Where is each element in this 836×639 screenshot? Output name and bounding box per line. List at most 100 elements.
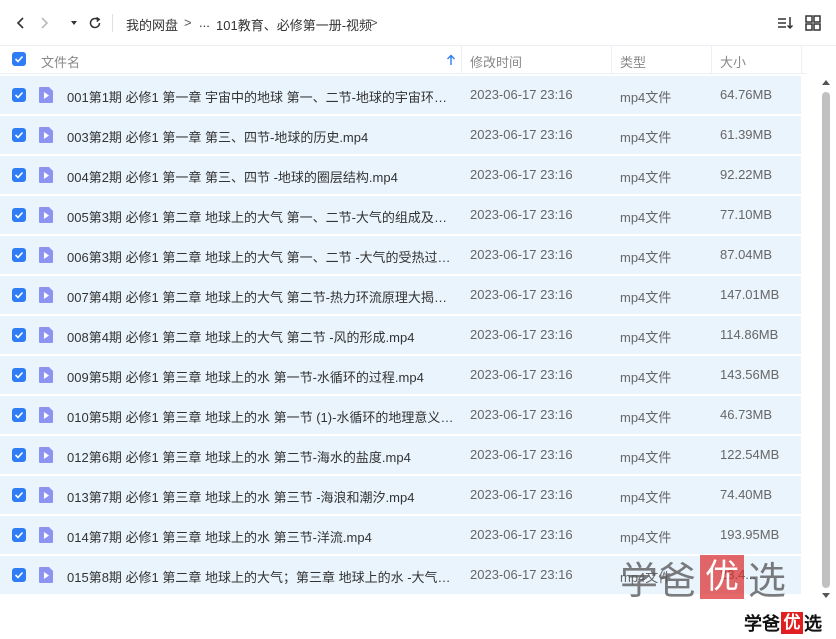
file-modified-time: 2023-06-17 23:16 [470, 167, 573, 182]
column-divider[interactable] [461, 46, 462, 74]
file-type: mp4文件 [620, 170, 672, 185]
table-row[interactable]: 006第3期 必修1 第二章 地球上的大气 第一、二节 -大气的受热过程.m..… [0, 236, 801, 274]
video-file-icon [39, 367, 53, 383]
file-size: 147.01MB [720, 287, 780, 302]
checkmark-icon [14, 55, 24, 63]
refresh-button[interactable] [84, 12, 106, 34]
file-modified-time: 2023-06-17 23:16 [470, 487, 573, 502]
file-name: 014第7期 必修1 第三章 地球上的水 第三节-洋流.mp4 [67, 530, 372, 545]
file-size: 64.76MB [720, 87, 773, 102]
breadcrumb-ellipsis[interactable]: ... [199, 15, 210, 30]
video-file-icon [39, 327, 53, 343]
column-type[interactable]: 类型 [620, 52, 646, 71]
row-checkbox[interactable] [12, 528, 26, 542]
breadcrumb-root[interactable]: 我的网盘 [126, 15, 178, 34]
file-size: 122.54MB [720, 447, 780, 462]
sort-button[interactable] [776, 14, 794, 32]
video-file-icon [39, 127, 53, 143]
column-divider[interactable] [801, 46, 802, 74]
checkmark-icon [14, 571, 24, 579]
file-modified-time: 2023-06-17 23:16 [470, 447, 573, 462]
file-modified-time: 2023-06-17 23:16 [470, 87, 573, 102]
video-file-icon [39, 167, 53, 183]
scroll-up-icon [822, 80, 830, 85]
checkmark-icon [14, 131, 24, 139]
column-size[interactable]: 大小 [720, 52, 746, 71]
checkmark-icon [14, 531, 24, 539]
row-checkbox[interactable] [12, 448, 26, 462]
checkmark-icon [14, 491, 24, 499]
file-modified-time: 2023-06-17 23:16 [470, 407, 573, 422]
watermark-logo-small: 学 爸 优 选 [744, 612, 822, 635]
checkmark-icon [14, 171, 24, 179]
file-name: 010第5期 必修1 第三章 地球上的水 第一节 (1)-水循环的地理意义.mp… [67, 410, 457, 425]
scroll-down-icon [822, 593, 830, 598]
row-checkbox[interactable] [12, 168, 26, 182]
checkmark-icon [14, 211, 24, 219]
file-name: 012第6期 必修1 第三章 地球上的水 第二节-海水的盐度.mp4 [67, 450, 411, 465]
file-modified-time: 2023-06-17 23:16 [470, 207, 573, 222]
file-name: 003第2期 必修1 第一章 第三、四节-地球的历史.mp4 [67, 130, 369, 145]
table-row[interactable]: 001第1期 必修1 第一章 宇宙中的地球 第一、二节-地球的宇宙环境.mp4 2… [0, 76, 801, 114]
file-name: 004第2期 必修1 第一章 第三、四节 -地球的圈层结构.mp4 [67, 170, 398, 185]
video-file-icon [39, 527, 53, 543]
table-row[interactable]: 013第7期 必修1 第三章 地球上的水 第三节 -海浪和潮汐.mp4 2023-… [0, 476, 801, 514]
row-checkbox[interactable] [12, 408, 26, 422]
chevron-right-icon [41, 17, 49, 29]
grid-view-button[interactable] [804, 14, 822, 32]
file-type: mp4文件 [620, 450, 672, 465]
select-all-checkbox[interactable] [12, 52, 26, 66]
file-modified-time: 2023-06-17 23:16 [470, 327, 573, 342]
checkmark-icon [14, 331, 24, 339]
file-size: 114.86MB [720, 327, 779, 342]
table-row[interactable]: 012第6期 必修1 第三章 地球上的水 第二节-海水的盐度.mp4 2023-0… [0, 436, 801, 474]
table-row[interactable]: 009第5期 必修1 第三章 地球上的水 第一节-水循环的过程.mp4 2023-… [0, 356, 801, 394]
table-row[interactable]: 014第7期 必修1 第三章 地球上的水 第三节-洋流.mp4 2023-06-1… [0, 516, 801, 554]
row-checkbox[interactable] [12, 288, 26, 302]
watermark-char: 选 [748, 558, 787, 603]
column-time[interactable]: 修改时间 [470, 52, 522, 71]
file-size: 61.39MB [720, 127, 773, 142]
file-modified-time: 2023-06-17 23:16 [470, 527, 573, 542]
file-type: mp4文件 [620, 90, 672, 105]
breadcrumb-separator: > [370, 15, 378, 30]
row-checkbox[interactable] [12, 368, 26, 382]
table-row[interactable]: 005第3期 必修1 第二章 地球上的大气 第一、二节-大气的组成及垂直... 2… [0, 196, 801, 234]
watermark-char: 选 [804, 614, 822, 635]
table-row[interactable]: 010第5期 必修1 第三章 地球上的水 第一节 (1)-水循环的地理意义.mp… [0, 396, 801, 434]
row-checkbox[interactable] [12, 128, 26, 142]
file-size: 143.56MB [720, 367, 780, 382]
file-name: 008第4期 必修1 第二章 地球上的大气 第二节 -风的形成.mp4 [67, 330, 415, 345]
file-name: 007第4期 必修1 第二章 地球上的大气 第二节-热力环流原理大揭秘.mp4 [67, 290, 457, 305]
column-name[interactable]: 文件名 [41, 52, 80, 71]
column-divider[interactable] [711, 46, 712, 74]
back-button[interactable] [10, 12, 32, 34]
file-type: mp4文件 [620, 290, 672, 305]
row-checkbox[interactable] [12, 328, 26, 342]
scrollbar-thumb[interactable] [822, 92, 830, 588]
file-type: mp4文件 [620, 490, 672, 505]
watermark-char: 学 [620, 558, 659, 603]
file-name: 013第7期 必修1 第三章 地球上的水 第三节 -海浪和潮汐.mp4 [67, 490, 415, 505]
history-dropdown-button[interactable] [63, 12, 85, 34]
row-checkbox[interactable] [12, 488, 26, 502]
checkmark-icon [14, 291, 24, 299]
column-divider[interactable] [611, 46, 612, 74]
table-row[interactable]: 007第4期 必修1 第二章 地球上的大气 第二节-热力环流原理大揭秘.mp4 2… [0, 276, 801, 314]
video-file-icon [39, 407, 53, 423]
row-checkbox[interactable] [12, 568, 26, 582]
row-checkbox[interactable] [12, 248, 26, 262]
row-checkbox[interactable] [12, 88, 26, 102]
file-modified-time: 2023-06-17 23:16 [470, 247, 573, 262]
video-file-icon [39, 487, 53, 503]
watermark-char: 优 [781, 612, 803, 634]
row-checkbox[interactable] [12, 208, 26, 222]
breadcrumb-current[interactable]: 101教育、必修第一册-视频 [216, 15, 372, 34]
forward-button[interactable] [33, 12, 55, 34]
breadcrumb-separator: > [184, 15, 192, 30]
toolbar-divider [112, 14, 113, 32]
file-size: 87.04MB [720, 247, 773, 262]
table-row[interactable]: 004第2期 必修1 第一章 第三、四节 -地球的圈层结构.mp4 2023-06… [0, 156, 801, 194]
table-row[interactable]: 003第2期 必修1 第一章 第三、四节-地球的历史.mp4 2023-06-17… [0, 116, 801, 154]
table-row[interactable]: 008第4期 必修1 第二章 地球上的大气 第二节 -风的形成.mp4 2023-… [0, 316, 801, 354]
